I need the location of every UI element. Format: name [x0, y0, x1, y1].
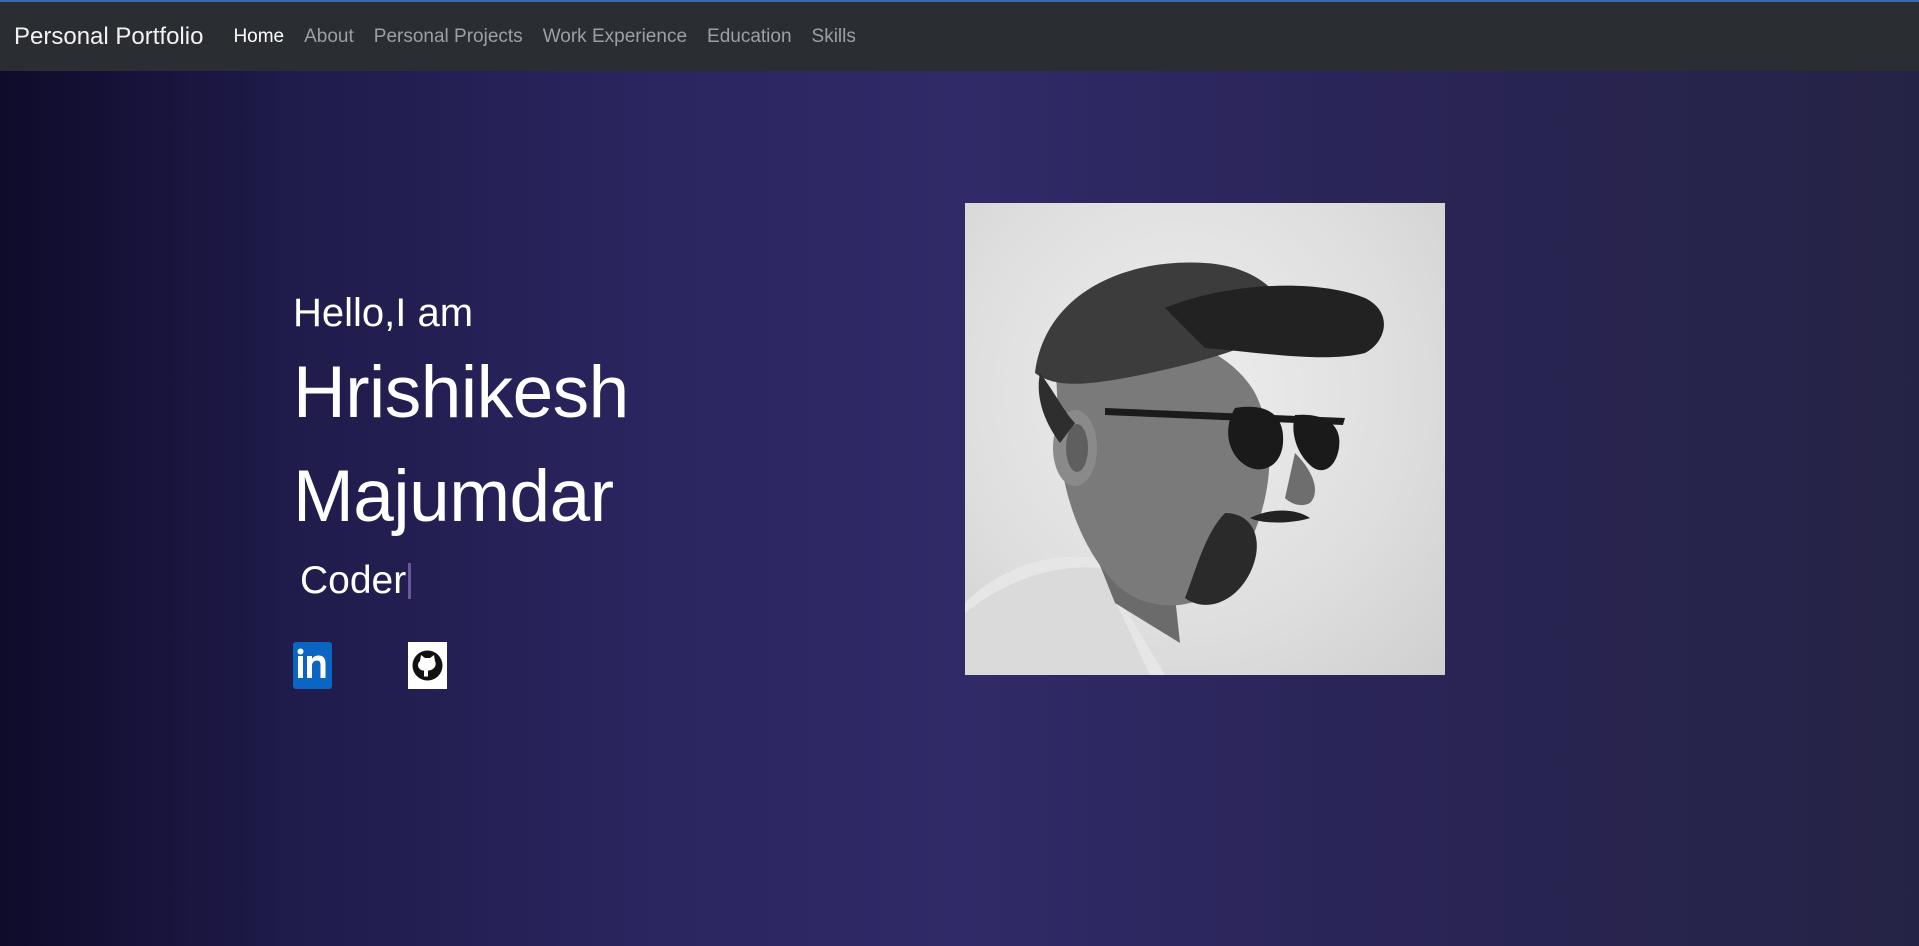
linkedin-icon: [297, 648, 326, 678]
nav-link-about[interactable]: About: [304, 26, 354, 48]
nav-link-home[interactable]: Home: [233, 26, 284, 48]
profile-photo: [965, 203, 1445, 675]
nav-links: Home About Personal Projects Work Experi…: [233, 26, 875, 48]
github-icon: [412, 650, 443, 681]
nav-link-personal-projects[interactable]: Personal Projects: [374, 26, 523, 48]
nav-link-work-experience[interactable]: Work Experience: [543, 26, 687, 48]
hero-role: Coder: [293, 553, 629, 609]
person-silhouette-icon: [965, 262, 1384, 675]
github-link[interactable]: [408, 642, 447, 689]
typing-cursor: [408, 563, 412, 599]
nav-link-education[interactable]: Education: [707, 26, 792, 48]
hero-section: Hello,I am Hrishikesh Majumdar Coder: [293, 285, 629, 609]
hero-first-name: Hrishikesh: [293, 352, 629, 433]
linkedin-link[interactable]: [293, 642, 332, 689]
hero-greeting: Hello,I am: [293, 291, 474, 335]
navbar: Personal Portfolio Home About Personal P…: [0, 2, 1919, 71]
social-links: [293, 642, 447, 689]
hero-last-name: Majumdar: [293, 456, 614, 537]
brand-link[interactable]: Personal Portfolio: [14, 23, 203, 51]
hero-role-text: Coder: [300, 559, 407, 602]
nav-link-skills[interactable]: Skills: [812, 26, 856, 48]
